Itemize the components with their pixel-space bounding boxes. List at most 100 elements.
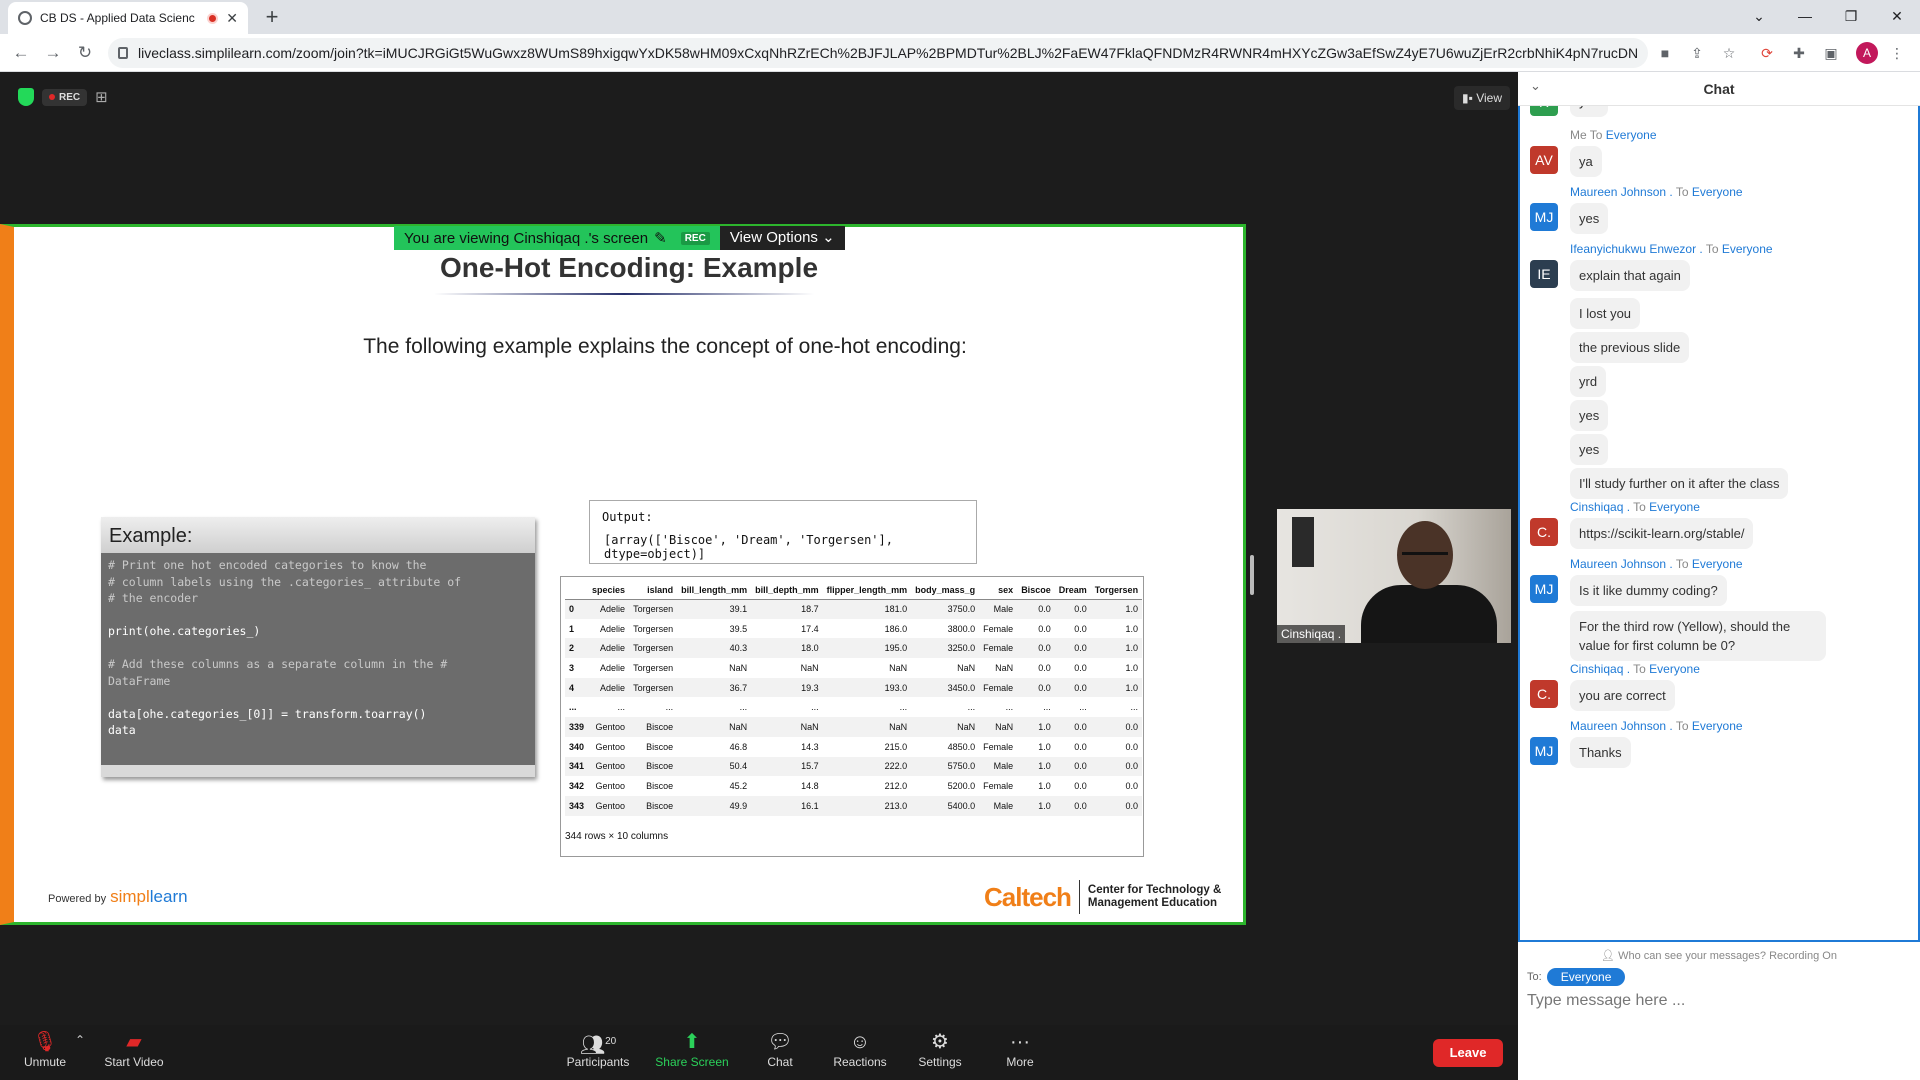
profile-avatar[interactable]: A [1856, 42, 1878, 64]
share-icon[interactable]: ⇪ [1686, 42, 1708, 64]
rec-label: REC [59, 91, 81, 103]
message-bubble: Thanks [1570, 737, 1631, 768]
table-cell: ... [569, 702, 577, 713]
shared-screen: One-Hot Encoding: Example The following … [0, 224, 1246, 925]
minimize-button[interactable]: — [1782, 0, 1828, 34]
title-underline [434, 293, 814, 295]
leave-button[interactable]: Leave [1433, 1039, 1503, 1067]
message-bubble: the previous slide [1570, 332, 1690, 363]
recipient-name: Everyone [1649, 662, 1700, 676]
table-cell: Adelie [600, 662, 626, 673]
participants-button[interactable]: 👥︎20 Participants [558, 1029, 638, 1069]
more-button[interactable]: ··· More [980, 1029, 1060, 1069]
table-cell: 339 [565, 717, 589, 737]
gear-icon: ⚙ [931, 1031, 949, 1053]
table-cell: ... [1130, 702, 1139, 713]
table-cell: 0.0 [1054, 756, 1091, 777]
address-bar[interactable]: liveclass.simplilearn.com/zoom/join?tk=i… [108, 38, 1648, 68]
recipient-row: To: Everyone [1527, 968, 1626, 986]
grid-view-icon[interactable]: ⊞ [95, 88, 108, 106]
chat-header: ⌄ Chat [1518, 72, 1920, 106]
side-panel-icon[interactable]: ▣ [1820, 42, 1842, 64]
chevron-down-icon: ⌄ [822, 229, 835, 246]
chat-input[interactable]: Type message here ... [1527, 992, 1685, 1010]
column-header: body_mass_g [915, 584, 976, 595]
sender-name: Me [1570, 128, 1587, 142]
table-cell: 0.0 [1074, 741, 1087, 752]
view-options-dropdown[interactable]: View Options ⌄ [719, 226, 845, 250]
column-header: bill_depth_mm [755, 584, 819, 595]
example-header: Example: [101, 517, 535, 553]
close-tab-icon[interactable]: ✕ [226, 10, 238, 27]
table-cell: ... [665, 702, 674, 713]
table-cell: 1.0 [1125, 662, 1139, 673]
table-cell: 0.0 [1074, 781, 1087, 792]
extension-cast-icon[interactable]: ⟳ [1756, 42, 1778, 64]
browser-tab[interactable]: CB DS - Applied Data Scienc ✕ [8, 2, 248, 34]
kebab-menu-icon[interactable]: ⋮ [1886, 42, 1908, 64]
bookmark-star-icon[interactable]: ☆ [1718, 42, 1740, 64]
resize-handle[interactable] [1250, 555, 1254, 595]
chat-message-list[interactable]: Ryes Me To Everyone AV ya Maureen Johnson . … [1518, 106, 1920, 942]
new-tab-button[interactable]: + [258, 4, 286, 32]
audio-options-caret[interactable]: ⌃ [75, 1033, 85, 1047]
table-cell: 18.0 [751, 638, 823, 659]
table-cell: 0.0 [1017, 677, 1055, 698]
table-cell: Biscoe [646, 741, 674, 752]
unmute-button[interactable]: 🎙︎ Unmute [5, 1029, 85, 1069]
viewing-notice: You are viewing Cinshiqaq .'s screen ✎ R… [394, 226, 720, 250]
close-window-button[interactable]: ✕ [1874, 0, 1920, 34]
message-bubble: explain that again [1570, 260, 1690, 291]
start-video-button[interactable]: ▰ Start Video [94, 1029, 174, 1069]
table-cell: 193.0 [822, 677, 912, 698]
table-cell: Male [979, 795, 1018, 816]
message-meta: Me To Everyone [1570, 128, 1657, 142]
table-cell: NaN [995, 662, 1014, 673]
code-line: # Print one hot encoded categories to kn… [108, 558, 427, 572]
message-meta: Cinshiqaq . To Everyone [1570, 500, 1700, 514]
column-header: island [647, 584, 674, 595]
table-cell: Biscoe [629, 756, 678, 777]
camera-icon[interactable]: ■ [1654, 42, 1676, 64]
table-cell: 0.0 [1017, 599, 1055, 619]
share-screen-button[interactable]: ⬆ Share Screen [652, 1029, 732, 1069]
webcam-video[interactable]: Cinshiqaq . [1277, 509, 1511, 643]
table-cell: 15.7 [751, 756, 823, 777]
back-icon[interactable]: ← [8, 40, 34, 66]
encryption-shield-icon[interactable] [18, 88, 34, 106]
chat-button[interactable]: 💬︎ Chat [740, 1029, 820, 1069]
table-cell: 0.0 [1038, 662, 1051, 673]
view-button[interactable]: ▮▪ View [1454, 86, 1510, 110]
extensions-puzzle-icon[interactable]: ✚ [1788, 42, 1810, 64]
tab-search-icon[interactable]: ⌄ [1736, 0, 1782, 34]
reactions-button[interactable]: ☺ Reactions [820, 1029, 900, 1069]
caltech-word: Caltech [984, 881, 1072, 912]
table-cell: NaN [957, 662, 976, 673]
table-cell: 0 [565, 599, 589, 619]
code-line: print(ohe.categories_) [108, 624, 261, 638]
restore-button[interactable]: ❐ [1828, 0, 1874, 34]
table-cell: 4850.0 [947, 741, 976, 752]
table-cell: 5400.0 [911, 795, 980, 816]
avatar: MJ [1530, 737, 1558, 765]
forward-icon[interactable]: → [40, 40, 66, 66]
table-cell: 46.8 [729, 741, 748, 752]
table-cell: 5750.0 [911, 756, 980, 777]
table-cell: 0.0 [1090, 717, 1143, 737]
reload-icon[interactable]: ↻ [72, 40, 98, 66]
table-cell: Biscoe [629, 795, 678, 816]
recipient-select[interactable]: Everyone [1546, 968, 1626, 986]
view-icon: ▮▪ [1462, 91, 1477, 105]
message-bubble: yes [1570, 434, 1609, 465]
who-can-see[interactable]: 👤︎ Who can see your messages? Recording … [1518, 942, 1920, 962]
table-cell: 1.0 [1038, 781, 1051, 792]
table-cell: ... [967, 702, 976, 713]
screen-share-banner: You are viewing Cinshiqaq .'s screen ✎ R… [394, 226, 845, 250]
message-bubble: ya [1570, 146, 1602, 177]
settings-button[interactable]: ⚙ Settings [900, 1029, 980, 1069]
table-cell: 1.0 [1090, 677, 1143, 698]
table-cell: 3 [569, 662, 575, 673]
sender-name: Maureen Johnson . [1570, 185, 1673, 199]
recording-badge[interactable]: REC [42, 88, 88, 106]
table-cell: NaN [911, 717, 980, 737]
